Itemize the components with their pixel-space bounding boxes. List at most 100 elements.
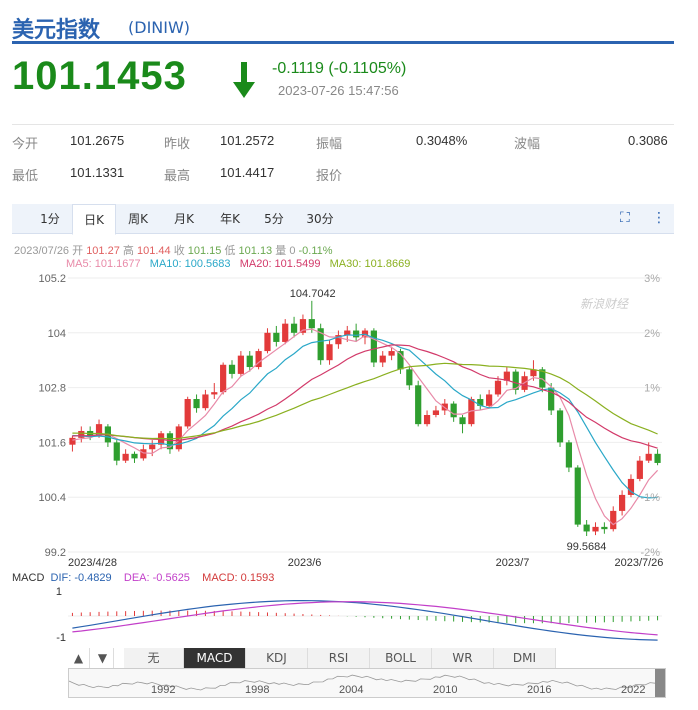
price-change: -0.1119 (-0.1105%) <box>272 60 407 77</box>
stat-label-prev-close: 昨收 <box>164 137 191 152</box>
candle-body <box>113 442 120 461</box>
navigator-year-label: 2010 <box>433 684 457 696</box>
info-low-label: 低 <box>224 245 236 257</box>
macd-tick-bottom: -1 <box>56 632 66 644</box>
info-open-label: 开 <box>72 245 84 257</box>
candle-body <box>202 394 209 409</box>
candle-body <box>290 323 298 333</box>
pct-tick-label: -1% <box>640 492 660 504</box>
time-navigator[interactable]: 1992 1998 2004 2010 2016 2022 <box>68 668 666 698</box>
fullscreen-icon[interactable]: ⛶ <box>620 210 630 226</box>
x-tick-label: 2023/7/26 <box>614 557 663 569</box>
tab-1min[interactable]: 1分 <box>28 204 72 234</box>
stat-label-low: 最低 <box>12 169 39 184</box>
watermark-text: 新浪财经 <box>580 297 630 311</box>
macd-value: MACD: 0.1593 <box>202 572 275 584</box>
candlestick-chart[interactable]: 新浪财经 105.2 3% 104 2% 102.8 1% 101.6 100.4 -1% 99.… <box>0 270 698 590</box>
tab-30min[interactable]: 30分 <box>298 204 342 234</box>
pct-tick-label: 1% <box>644 383 660 395</box>
moving-averages <box>72 328 659 526</box>
stat-value-low: 101.1331 <box>70 165 125 180</box>
indicator-boll[interactable]: BOLL <box>370 648 432 668</box>
candle-body <box>565 442 573 468</box>
candle-body <box>601 526 608 530</box>
macd-chart[interactable]: 1 -1 <box>0 586 698 646</box>
navigator-sparkline: 1992 1998 2004 2010 2016 2022 <box>69 674 656 696</box>
stat-label-range: 波幅 <box>514 137 541 152</box>
candle-body <box>273 332 280 342</box>
stat-label-open: 今开 <box>12 137 39 152</box>
tab-weekly[interactable]: 周K <box>116 204 160 234</box>
candle-body <box>636 460 643 479</box>
info-open-value: 101.27 <box>86 245 120 257</box>
stat-label-high: 最高 <box>164 169 191 184</box>
ohlc-info-line: 2023/07/26 开 101.27 高 101.44 收 101.15 低 … <box>14 242 333 258</box>
y-axis-labels: 105.2 3%104 2%102.8 1%101.6100.4 -1%99.2 -2% <box>38 273 660 559</box>
macd-dea: DEA: -0.5625 <box>123 572 190 584</box>
indicator-none[interactable]: 无 <box>124 648 184 668</box>
ma5-legend: MA5: 101.1677 <box>66 258 141 270</box>
candle-body <box>184 399 191 427</box>
high-annotation: 104.7042 <box>290 288 336 300</box>
page-header: 美元指数 (DINIW) <box>12 8 674 44</box>
candle-body <box>379 355 386 363</box>
navigator-year-label: 1998 <box>245 684 269 696</box>
tab-yearly[interactable]: 年K <box>208 204 252 234</box>
scroll-down-button[interactable]: ▼ <box>92 648 114 668</box>
candle-body <box>415 385 422 425</box>
stat-label-quote: 报价 <box>316 169 343 184</box>
ma-legend: MA5: 101.1677 MA10: 100.5683 MA20: 101.5… <box>66 258 410 270</box>
more-options-icon[interactable]: ⋮ <box>652 210 666 226</box>
candle-body <box>140 449 147 459</box>
tab-monthly[interactable]: 月K <box>162 204 206 234</box>
macd-title: MACD <box>12 572 45 584</box>
candle-body <box>610 510 617 530</box>
candle-body <box>486 394 493 406</box>
candle-body <box>574 467 581 525</box>
indicator-rsi[interactable]: RSI <box>308 648 370 668</box>
x-tick-label: 2023/4/28 <box>68 557 117 569</box>
ma30-legend: MA30: 101.8669 <box>329 258 411 270</box>
candle-body <box>122 453 129 461</box>
candle-body <box>583 524 590 532</box>
y-tick-label: 104 <box>48 328 66 340</box>
candle-body <box>326 344 333 361</box>
quote-timestamp: 2023-07-26 15:47:56 <box>278 83 399 98</box>
x-tick-label: 2023/6 <box>288 557 322 569</box>
stat-value-open: 101.2675 <box>70 133 125 148</box>
info-volume-value: 0 <box>289 245 296 257</box>
pct-tick-label: 3% <box>644 273 660 285</box>
indicator-wr[interactable]: WR <box>432 648 494 668</box>
period-tabs: 1分 日K 周K 月K 年K 5分 30分 ⛶ ⋮ <box>12 204 674 235</box>
tab-5min[interactable]: 5分 <box>252 204 296 234</box>
x-axis-labels: 2023/4/28 2023/6 2023/7 2023/7/26 <box>68 557 663 569</box>
ma20-line <box>72 344 658 449</box>
navigator-year-label: 1992 <box>151 684 175 696</box>
candle-body <box>308 319 315 329</box>
candle-body <box>220 364 227 393</box>
candle-body <box>406 369 413 386</box>
candle-body <box>237 355 244 374</box>
indicator-macd[interactable]: MACD <box>184 648 246 668</box>
macd-dif: DIF: -0.4829 <box>50 572 112 584</box>
candle-body <box>282 323 289 342</box>
candle-body <box>78 430 85 438</box>
chart-grid <box>68 277 662 553</box>
page-title: 美元指数 <box>12 18 101 43</box>
candle-body <box>432 410 440 415</box>
indicator-kdj[interactable]: KDJ <box>246 648 308 668</box>
macd-legend: MACD DIF: -0.4829 DEA: -0.5625 MACD: 0.1… <box>12 572 274 584</box>
x-tick-label: 2023/7 <box>496 557 530 569</box>
candle-body <box>494 380 502 395</box>
pct-tick-label: 2% <box>644 328 660 340</box>
stat-value-range: 0.3086 <box>628 133 668 148</box>
down-arrow-icon <box>233 62 255 98</box>
info-pct-value: -0.11% <box>298 245 333 257</box>
tab-daily[interactable]: 日K <box>72 204 116 235</box>
stat-value-high: 101.4417 <box>220 165 275 180</box>
indicator-dmi[interactable]: DMI <box>494 648 556 668</box>
info-volume-label: 量 <box>275 245 287 257</box>
navigator-year-label: 2022 <box>621 684 645 696</box>
scroll-up-button[interactable]: ▲ <box>68 648 90 668</box>
navigator-handle[interactable] <box>655 669 665 697</box>
